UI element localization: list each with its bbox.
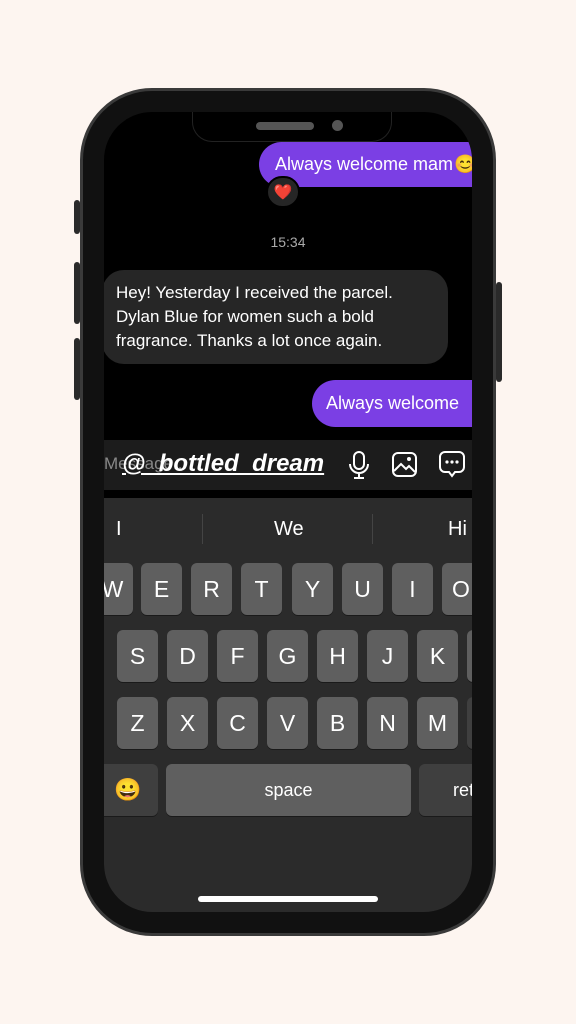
key-y[interactable]: Y (292, 563, 333, 615)
message-line: Hey! Yesterday I received the parcel. (116, 283, 393, 302)
smile-emoji: 😊 (454, 154, 472, 174)
suggestion[interactable]: We (274, 518, 304, 541)
key-r[interactable]: R (191, 563, 232, 615)
sent-message[interactable]: Always welcome (312, 380, 472, 427)
keyboard: I We Hi W E R T Y U I O S D F G H J K L … (104, 498, 472, 912)
message-line: Dylan Blue for women such a bold (116, 307, 374, 326)
key-f[interactable]: F (217, 630, 258, 682)
key-u[interactable]: U (342, 563, 383, 615)
mute-switch (74, 200, 80, 234)
key-g[interactable]: G (267, 630, 308, 682)
suggestion[interactable]: I (116, 518, 122, 541)
volume-up-button (74, 262, 80, 324)
home-indicator[interactable] (198, 896, 378, 902)
key-n[interactable]: N (367, 697, 408, 749)
key-e[interactable]: E (141, 563, 182, 615)
watermark: @_bottled_dream (122, 450, 325, 477)
backspace-key[interactable] (467, 697, 472, 749)
composer-bar: Message... @_bottled_dream (104, 440, 472, 490)
key-x[interactable]: X (167, 697, 208, 749)
microphone-icon[interactable] (348, 450, 370, 480)
divider (372, 514, 373, 544)
message-line: fragrance. Thanks a lot once again. (116, 331, 383, 350)
speaker (256, 122, 314, 130)
key-z[interactable]: Z (117, 697, 158, 749)
volume-down-button (74, 338, 80, 400)
gallery-icon[interactable] (391, 451, 418, 478)
key-o[interactable]: O (442, 563, 472, 615)
key-l[interactable]: L (467, 630, 472, 682)
message-text: Always welcome (326, 393, 460, 413)
key-i[interactable]: I (392, 563, 433, 615)
power-button (496, 282, 502, 382)
heart-reaction[interactable]: ❤️ (266, 176, 300, 208)
phone-screen: Always welcome mam 😊 ❤️ 15:34 Hey! Yester… (104, 112, 472, 912)
key-s[interactable]: S (117, 630, 158, 682)
key-j[interactable]: J (367, 630, 408, 682)
space-key[interactable]: space (166, 764, 411, 816)
key-d[interactable]: D (167, 630, 208, 682)
sticker-chat-icon[interactable] (438, 450, 466, 480)
key-t[interactable]: T (241, 563, 282, 615)
key-w[interactable]: W (104, 563, 133, 615)
divider (202, 514, 203, 544)
heart-icon: ❤️ (273, 184, 293, 201)
received-message[interactable]: Hey! Yesterday I received the parcel. Dy… (104, 270, 448, 364)
message-text: Always welcome mam (275, 154, 454, 174)
key-b[interactable]: B (317, 697, 358, 749)
timestamp: 15:34 (270, 234, 306, 250)
return-key[interactable]: return (419, 764, 472, 816)
key-c[interactable]: C (217, 697, 258, 749)
emoji-key[interactable]: 😀 (104, 764, 158, 816)
key-h[interactable]: H (317, 630, 358, 682)
key-v[interactable]: V (267, 697, 308, 749)
key-m[interactable]: M (417, 697, 458, 749)
suggestion[interactable]: Hi (448, 518, 467, 541)
key-k[interactable]: K (417, 630, 458, 682)
camera (332, 120, 343, 131)
